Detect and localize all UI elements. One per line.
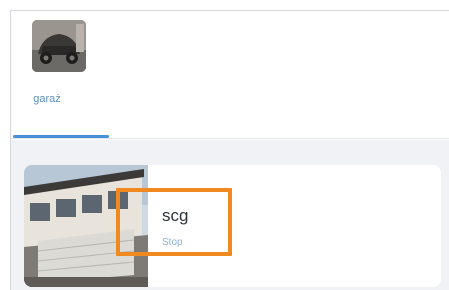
- garage-icon: [32, 20, 86, 72]
- device-status: Stop: [162, 237, 183, 248]
- tab-garaz[interactable]: garaż: [11, 11, 109, 139]
- tab-bar: garaż: [11, 11, 449, 139]
- app-frame: garaż scg Stop: [10, 10, 449, 290]
- device-card[interactable]: scg Stop: [24, 165, 441, 287]
- house-garage-image: [24, 165, 148, 287]
- tab-label: garaż: [33, 93, 61, 105]
- device-list: scg Stop: [11, 140, 449, 290]
- device-name: scg: [162, 206, 189, 225]
- tab-selected-indicator: [13, 135, 109, 138]
